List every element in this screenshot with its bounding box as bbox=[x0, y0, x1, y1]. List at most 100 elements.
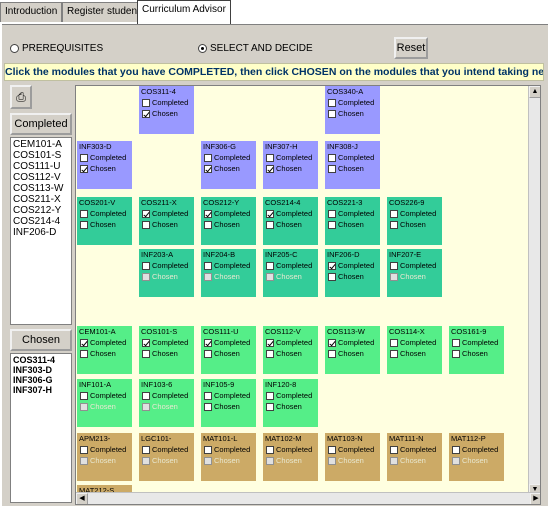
chosen-checkbox[interactable]: Chosen bbox=[265, 348, 316, 359]
checkbox-icon[interactable] bbox=[142, 349, 150, 358]
completed-checkbox[interactable]: Completed bbox=[141, 337, 192, 348]
chosen-checkbox[interactable]: Chosen bbox=[79, 348, 130, 359]
checkbox-icon[interactable] bbox=[328, 153, 336, 162]
checkbox-icon[interactable] bbox=[266, 220, 274, 229]
chosen-checkbox[interactable]: Chosen bbox=[327, 108, 378, 119]
checkbox-icon[interactable] bbox=[142, 391, 150, 400]
completed-checkbox[interactable]: Completed bbox=[327, 208, 378, 219]
checkbox-icon[interactable] bbox=[266, 261, 274, 270]
checkbox-icon[interactable] bbox=[266, 391, 274, 400]
completed-checkbox[interactable]: Completed bbox=[389, 208, 440, 219]
completed-checkbox[interactable]: Completed bbox=[265, 152, 316, 163]
checkbox-icon[interactable] bbox=[266, 402, 274, 411]
completed-checkbox[interactable]: Completed bbox=[389, 444, 440, 455]
completed-checkbox[interactable]: Completed bbox=[79, 390, 130, 401]
checkbox-icon[interactable] bbox=[204, 338, 212, 347]
checkbox-icon[interactable] bbox=[142, 98, 150, 107]
checkbox-icon[interactable] bbox=[452, 338, 460, 347]
checkbox-icon[interactable] bbox=[204, 349, 212, 358]
completed-checkbox[interactable]: Completed bbox=[79, 337, 130, 348]
chosen-checkbox[interactable]: Chosen bbox=[327, 163, 378, 174]
completed-checkbox[interactable]: Completed bbox=[451, 337, 502, 348]
checkbox-icon[interactable] bbox=[328, 349, 336, 358]
chosen-checkbox[interactable]: Chosen bbox=[203, 163, 254, 174]
vertical-scrollbar[interactable]: ▲ ▼ bbox=[528, 86, 540, 496]
completed-checkbox[interactable]: Completed bbox=[327, 337, 378, 348]
completed-checkbox[interactable]: Completed bbox=[141, 390, 192, 401]
checkbox-icon[interactable] bbox=[204, 164, 212, 173]
select-and-decide-radio[interactable]: SELECT AND DECIDE bbox=[198, 43, 313, 54]
completed-checkbox[interactable]: Completed bbox=[203, 152, 254, 163]
checkbox-icon[interactable] bbox=[80, 349, 88, 358]
completed-checkbox[interactable]: Completed bbox=[79, 152, 130, 163]
checkbox-icon[interactable] bbox=[80, 338, 88, 347]
completed-checkbox[interactable]: Completed bbox=[203, 390, 254, 401]
horizontal-scrollbar[interactable]: ◀ ▶ bbox=[76, 492, 540, 504]
completed-checkbox[interactable]: Completed bbox=[265, 208, 316, 219]
completed-checkbox[interactable]: Completed bbox=[141, 444, 192, 455]
completed-checkbox[interactable]: Completed bbox=[451, 444, 502, 455]
chosen-checkbox[interactable]: Chosen bbox=[79, 163, 130, 174]
chosen-checkbox[interactable]: Chosen bbox=[141, 219, 192, 230]
completed-checkbox[interactable]: Completed bbox=[327, 260, 378, 271]
checkbox-icon[interactable] bbox=[204, 261, 212, 270]
completed-checkbox[interactable]: Completed bbox=[327, 444, 378, 455]
completed-checkbox[interactable]: Completed bbox=[265, 390, 316, 401]
completed-checkbox[interactable]: Completed bbox=[141, 97, 192, 108]
checkbox-icon[interactable] bbox=[142, 261, 150, 270]
checkbox-icon[interactable] bbox=[390, 209, 398, 218]
completed-checkbox[interactable]: Completed bbox=[327, 152, 378, 163]
chosen-list[interactable]: COS311-4 INF303-D INF306-G INF307-H bbox=[10, 353, 72, 503]
checkbox-icon[interactable] bbox=[80, 220, 88, 229]
checkbox-icon[interactable] bbox=[452, 445, 460, 454]
chosen-checkbox[interactable]: Chosen bbox=[327, 271, 378, 282]
checkbox-icon[interactable] bbox=[80, 445, 88, 454]
checkbox-icon[interactable] bbox=[328, 109, 336, 118]
checkbox-icon[interactable] bbox=[142, 209, 150, 218]
checkbox-icon[interactable] bbox=[328, 445, 336, 454]
completed-checkbox[interactable]: Completed bbox=[265, 444, 316, 455]
completed-checkbox[interactable]: Completed bbox=[265, 337, 316, 348]
checkbox-icon[interactable] bbox=[328, 209, 336, 218]
checkbox-icon[interactable] bbox=[328, 261, 336, 270]
completed-checkbox[interactable]: Completed bbox=[141, 208, 192, 219]
chosen-checkbox[interactable]: Chosen bbox=[389, 348, 440, 359]
chosen-checkbox[interactable]: Chosen bbox=[265, 401, 316, 412]
chosen-checkbox[interactable]: Chosen bbox=[451, 348, 502, 359]
completed-checkbox[interactable]: Completed bbox=[203, 444, 254, 455]
completed-checkbox[interactable]: Completed bbox=[327, 97, 378, 108]
checkbox-icon[interactable] bbox=[390, 445, 398, 454]
chosen-checkbox[interactable]: Chosen bbox=[141, 108, 192, 119]
checkbox-icon[interactable] bbox=[328, 272, 336, 281]
chosen-checkbox[interactable]: Chosen bbox=[389, 219, 440, 230]
checkbox-icon[interactable] bbox=[80, 209, 88, 218]
tab-curriculum-advisor[interactable]: Curriculum Advisor bbox=[137, 0, 231, 24]
chosen-checkbox[interactable]: Chosen bbox=[265, 219, 316, 230]
chosen-checkbox[interactable]: Chosen bbox=[141, 348, 192, 359]
completed-checkbox[interactable]: Completed bbox=[389, 260, 440, 271]
checkbox-icon[interactable] bbox=[204, 391, 212, 400]
checkbox-icon[interactable] bbox=[266, 445, 274, 454]
checkbox-icon[interactable] bbox=[142, 445, 150, 454]
checkbox-icon[interactable] bbox=[328, 164, 336, 173]
checkbox-icon[interactable] bbox=[204, 153, 212, 162]
prerequisites-radio[interactable]: PREREQUISITES bbox=[10, 43, 103, 54]
print-button[interactable]: ⎙ bbox=[10, 85, 32, 109]
scroll-up-icon[interactable]: ▲ bbox=[529, 86, 540, 98]
checkbox-icon[interactable] bbox=[328, 220, 336, 229]
completed-checkbox[interactable]: Completed bbox=[203, 260, 254, 271]
scroll-right-icon[interactable]: ▶ bbox=[530, 493, 540, 504]
checkbox-icon[interactable] bbox=[204, 445, 212, 454]
tab-register-student[interactable]: Register student bbox=[62, 2, 145, 22]
checkbox-icon[interactable] bbox=[142, 220, 150, 229]
chosen-checkbox[interactable]: Chosen bbox=[327, 219, 378, 230]
prerequisites-radio-button[interactable] bbox=[10, 44, 19, 53]
checkbox-icon[interactable] bbox=[80, 391, 88, 400]
checkbox-icon[interactable] bbox=[328, 338, 336, 347]
chosen-checkbox[interactable]: Chosen bbox=[203, 348, 254, 359]
completed-checkbox[interactable]: Completed bbox=[203, 337, 254, 348]
checkbox-icon[interactable] bbox=[266, 338, 274, 347]
completed-checkbox[interactable]: Completed bbox=[79, 208, 130, 219]
checkbox-icon[interactable] bbox=[266, 153, 274, 162]
checkbox-icon[interactable] bbox=[204, 402, 212, 411]
